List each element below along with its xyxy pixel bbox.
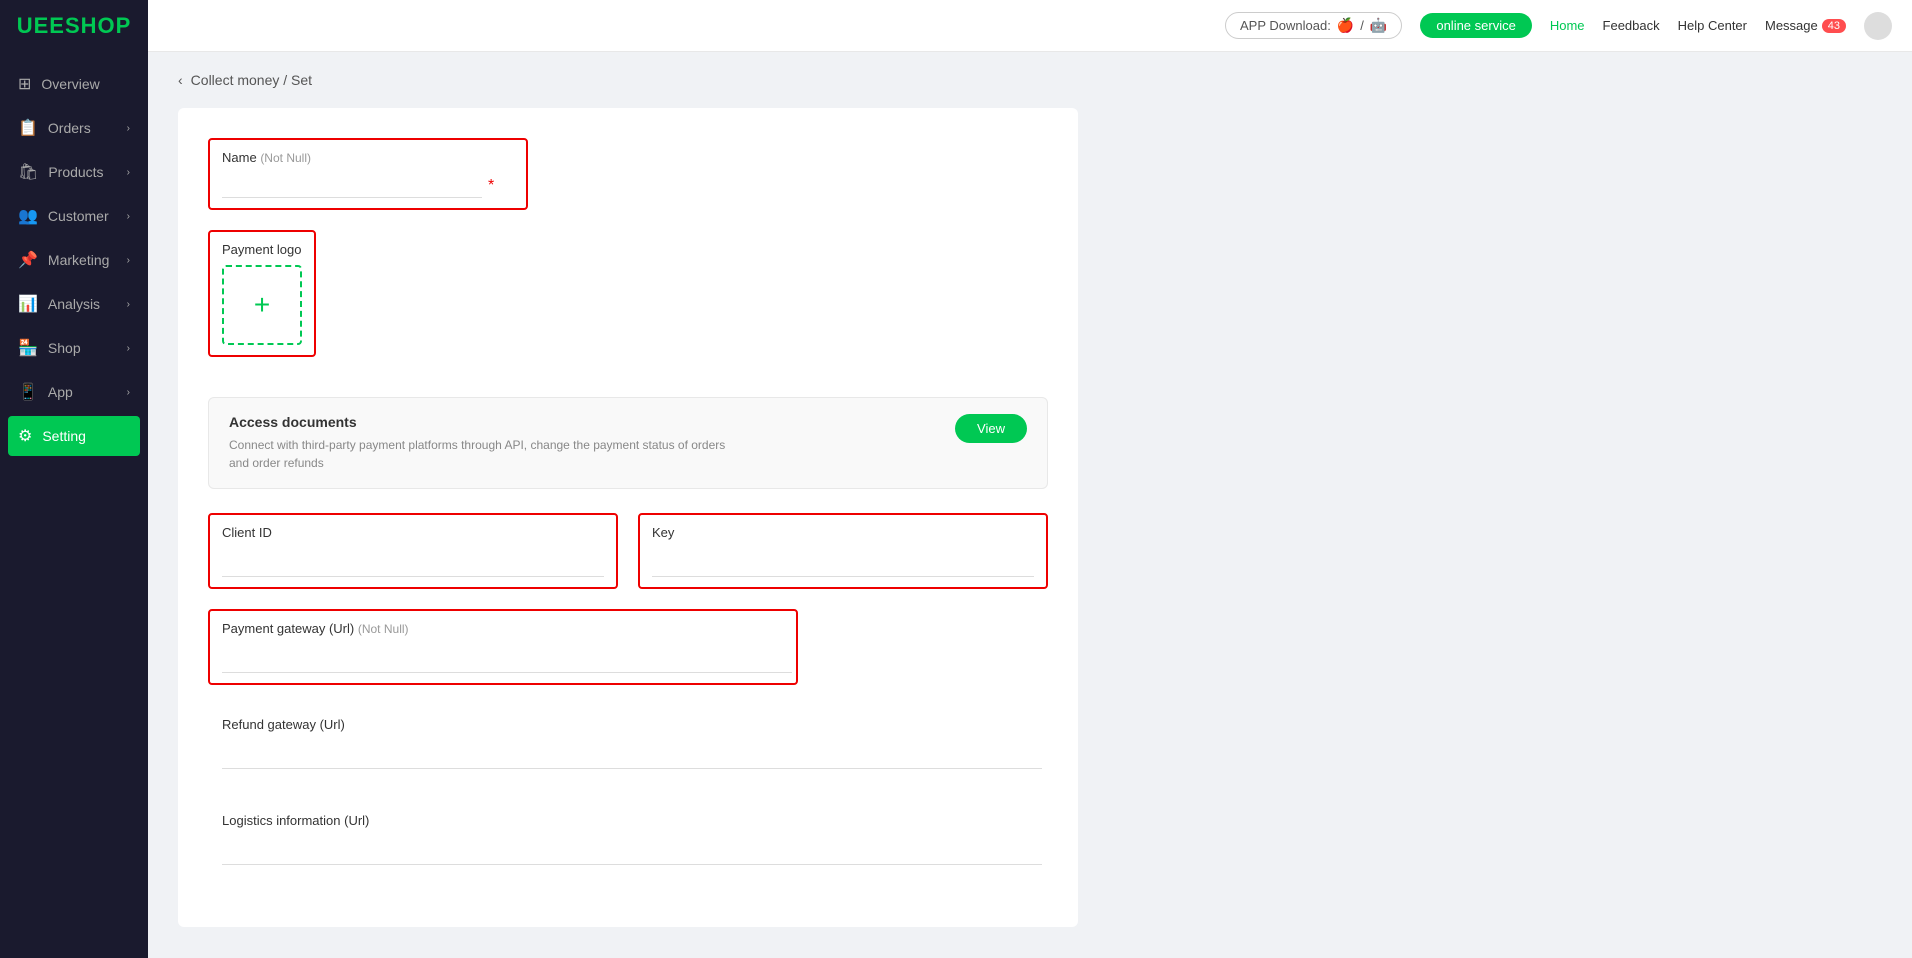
access-docs-title: Access documents (229, 414, 729, 430)
orders-icon: 📋 (18, 118, 38, 138)
logistics-label: Logistics information (Url) (222, 813, 1034, 828)
app-icon: 📱 (18, 382, 38, 402)
chevron-right-icon: › (127, 299, 130, 310)
chevron-right-icon: › (127, 255, 130, 266)
breadcrumb: ‹ Collect money / Set (178, 72, 1882, 88)
logistics-section: Logistics information (Url) (208, 801, 1048, 877)
sidebar-item-label: App (48, 384, 73, 400)
sidebar-item-label: Shop (48, 340, 81, 356)
upload-box[interactable]: + (222, 265, 302, 345)
key-group: Key (638, 513, 1048, 589)
chevron-right-icon: › (127, 387, 130, 398)
chevron-right-icon: › (127, 211, 130, 222)
name-not-null: (Not Null) (260, 151, 311, 165)
app-download-label: APP Download: (1240, 18, 1331, 33)
sidebar-item-setting[interactable]: ⚙ Setting (8, 416, 140, 456)
name-label: Name (Not Null) (222, 150, 514, 165)
sidebar: ⊞ Overview 📋 Orders › 🛍 Products › 👥 Cus… (0, 52, 148, 958)
feedback-link[interactable]: Feedback (1603, 18, 1660, 33)
payment-gateway-label: Payment gateway (Url) (Not Null) (222, 621, 784, 636)
chevron-right-icon: › (127, 123, 130, 134)
access-docs-description: Connect with third-party payment platfor… (229, 436, 729, 472)
access-docs-text: Access documents Connect with third-part… (229, 414, 729, 472)
payment-gateway-not-null: (Not Null) (358, 622, 409, 636)
view-button[interactable]: View (955, 414, 1027, 443)
sidebar-item-label: Marketing (48, 252, 109, 268)
sidebar-item-orders[interactable]: 📋 Orders › (0, 106, 148, 150)
header-right: APP Download: 🍎 / 🤖 online service Home … (1225, 12, 1892, 40)
analysis-icon: 📊 (18, 294, 38, 314)
header: UEESHOP APP Download: 🍎 / 🤖 online servi… (0, 0, 1912, 52)
user-avatar[interactable] (1864, 12, 1892, 40)
products-icon: 🛍 (18, 162, 38, 182)
sidebar-item-label: Overview (41, 76, 99, 92)
android-icon[interactable]: 🤖 (1370, 17, 1387, 34)
home-link[interactable]: Home (1550, 18, 1585, 33)
online-service-button[interactable]: online service (1420, 13, 1532, 38)
form-card: Name (Not Null) * Payment logo + (178, 108, 1078, 927)
help-center-link[interactable]: Help Center (1678, 18, 1747, 33)
sidebar-item-overview[interactable]: ⊞ Overview (0, 62, 148, 106)
upload-plus-icon: + (254, 289, 270, 321)
customer-icon: 👥 (18, 206, 38, 226)
back-button[interactable]: ‹ (178, 72, 183, 88)
client-id-input[interactable] (222, 548, 604, 577)
setting-icon: ⚙ (18, 426, 32, 446)
payment-gateway-group: Payment gateway (Url) (Not Null) (208, 609, 798, 685)
message-label: Message (1765, 18, 1818, 33)
sidebar-item-label: Orders (48, 120, 91, 136)
sidebar-item-label: Setting (42, 428, 86, 444)
layout: ⊞ Overview 📋 Orders › 🛍 Products › 👥 Cus… (0, 52, 1912, 958)
refund-gateway-section: Refund gateway (Url) (208, 705, 1048, 781)
sidebar-item-label: Products (48, 164, 103, 180)
access-documents-section: Access documents Connect with third-part… (208, 397, 1048, 489)
refund-gateway-group: Refund gateway (Url) (208, 705, 1048, 781)
payment-logo-group: Payment logo + (208, 230, 316, 357)
main-content: ‹ Collect money / Set Name (Not Null) * … (148, 52, 1912, 958)
payment-gateway-input[interactable] (222, 644, 792, 673)
sidebar-item-analysis[interactable]: 📊 Analysis › (0, 282, 148, 326)
payment-logo-label: Payment logo (222, 242, 302, 257)
client-id-group: Client ID (208, 513, 618, 589)
overview-icon: ⊞ (18, 74, 31, 94)
logistics-group: Logistics information (Url) (208, 801, 1048, 877)
sidebar-item-marketing[interactable]: 📌 Marketing › (0, 238, 148, 282)
message-count: 43 (1822, 19, 1846, 33)
sidebar-item-products[interactable]: 🛍 Products › (0, 150, 148, 194)
name-input[interactable] (222, 173, 482, 198)
sidebar-item-app[interactable]: 📱 App › (0, 370, 148, 414)
shop-icon: 🏪 (18, 338, 38, 358)
logo-text: UEESHOP (17, 13, 132, 39)
marketing-icon: 📌 (18, 250, 38, 270)
payment-logo-section: Payment logo + (208, 230, 1048, 377)
required-star: * (488, 177, 494, 195)
key-label: Key (652, 525, 1034, 540)
logo: UEESHOP (0, 0, 148, 52)
message-badge[interactable]: Message 43 (1765, 18, 1846, 33)
payment-gateway-section: Payment gateway (Url) (Not Null) (208, 609, 1048, 685)
chevron-right-icon: › (127, 343, 130, 354)
name-field-row: * (222, 173, 514, 198)
client-id-label: Client ID (222, 525, 604, 540)
name-field-group: Name (Not Null) * (208, 138, 528, 210)
refund-gateway-label: Refund gateway (Url) (222, 717, 1034, 732)
sidebar-item-label: Analysis (48, 296, 100, 312)
refund-gateway-input[interactable] (222, 740, 1042, 769)
separator: / (1360, 18, 1364, 33)
app-download: APP Download: 🍎 / 🤖 (1225, 12, 1402, 39)
client-key-row: Client ID Key (208, 513, 1048, 589)
logistics-input[interactable] (222, 836, 1042, 865)
sidebar-item-customer[interactable]: 👥 Customer › (0, 194, 148, 238)
sidebar-item-shop[interactable]: 🏪 Shop › (0, 326, 148, 370)
key-input[interactable] (652, 548, 1034, 577)
sidebar-item-label: Customer (48, 208, 109, 224)
chevron-right-icon: › (127, 167, 130, 178)
breadcrumb-text: Collect money / Set (191, 72, 312, 88)
apple-icon[interactable]: 🍎 (1337, 17, 1354, 34)
